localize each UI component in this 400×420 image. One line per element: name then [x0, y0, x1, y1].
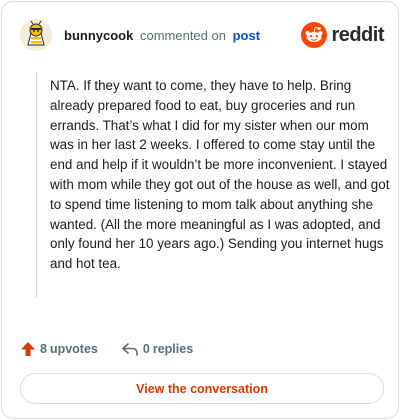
upvote-arrow-icon — [21, 342, 35, 356]
reply-stat[interactable]: 0 replies — [121, 341, 196, 357]
thread-line — [36, 72, 37, 298]
action-text: commented on — [139, 27, 226, 43]
reddit-logo[interactable]: reddit — [301, 22, 384, 48]
reply-label: replies — [152, 342, 194, 356]
reddit-alien-icon — [301, 22, 328, 48]
reddit-wordmark: reddit — [331, 23, 384, 46]
upvote-count: 8 — [40, 342, 47, 356]
reply-arrow-icon — [122, 343, 138, 356]
username-link[interactable]: bunnycook — [64, 28, 133, 43]
upvote-label: upvotes — [49, 342, 98, 356]
view-conversation-button[interactable]: View the conversation — [20, 373, 384, 404]
upvote-stat[interactable]: 8 upvotes — [20, 341, 101, 357]
bee-avatar-icon[interactable] — [20, 19, 52, 51]
comment-header: bunnycook commented on post reddit — [20, 18, 384, 52]
comment-body: NTA. If they want to come, they have to … — [50, 78, 390, 272]
comment-attribution: bunnycook commented on post — [64, 28, 301, 43]
comment-stats: 8 upvotes 0 replies — [20, 338, 196, 360]
reply-count: 0 — [142, 342, 150, 356]
post-link[interactable]: post — [233, 28, 260, 43]
embedded-comment-card: bunnycook commented on post reddit NTA. … — [1, 1, 399, 419]
